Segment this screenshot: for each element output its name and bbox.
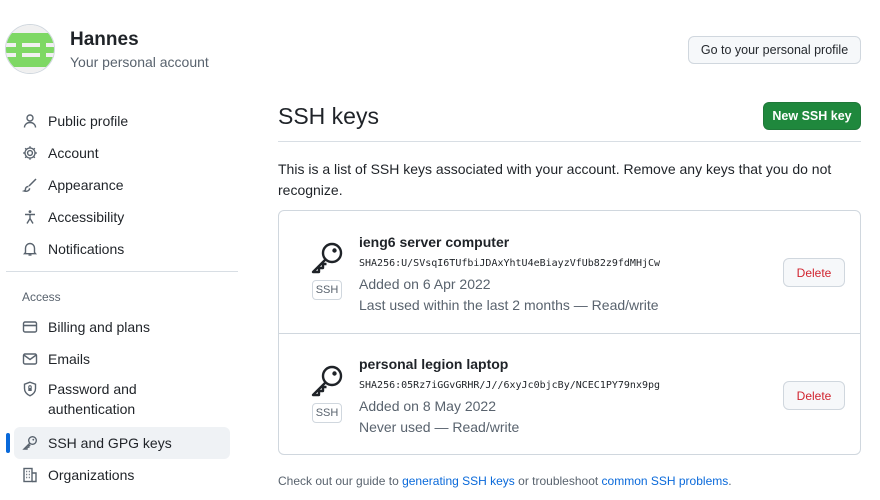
common-ssh-problems-link[interactable]: common SSH problems	[602, 474, 729, 488]
sidebar-item-label: SSH and GPG keys	[48, 435, 172, 451]
page-title: SSH keys	[278, 103, 379, 129]
sidebar-item-emails[interactable]: Emails	[14, 343, 230, 375]
sidebar-item-ssh-gpg-keys[interactable]: SSH and GPG keys	[6, 427, 230, 459]
generating-ssh-keys-link[interactable]: generating SSH keys	[402, 474, 515, 488]
gear-icon	[22, 145, 38, 161]
sidebar-item-label: Password and authentication	[48, 381, 137, 417]
credit-card-icon	[22, 319, 38, 335]
sidebar-item-password[interactable]: Password and authentication	[14, 375, 230, 419]
sidebar-item-label: Account	[48, 145, 99, 161]
shield-lock-icon	[22, 381, 38, 397]
ssh-key-added-date: Added on 8 May 2022	[359, 398, 496, 414]
delete-key-button[interactable]: Delete	[783, 258, 845, 287]
ssh-key-title: ieng6 server computer	[359, 234, 510, 250]
delete-key-button[interactable]: Delete	[783, 381, 845, 410]
sidebar-item-appearance[interactable]: Appearance	[14, 169, 230, 201]
user-name[interactable]: Hannes	[70, 29, 139, 51]
ssh-key-title: personal legion laptop	[359, 356, 509, 372]
key-icon	[311, 242, 343, 274]
sidebar-item-accessibility[interactable]: Accessibility	[14, 201, 230, 233]
sidebar-item-label: Accessibility	[48, 209, 125, 225]
ssh-key-item: SSH ieng6 server computer SHA256:U/SVsqI…	[279, 211, 860, 333]
footer-suffix: .	[728, 474, 732, 488]
ssh-type-badge: SSH	[312, 403, 342, 423]
user-subtitle: Your personal account	[70, 54, 209, 70]
ssh-key-fingerprint: SHA256:05Rz7iGGvGRHR/J//6xyJc0bjcBy/NCEC…	[359, 380, 661, 391]
mail-icon	[22, 351, 38, 367]
sidebar-item-organizations[interactable]: Organizations	[14, 459, 230, 491]
sidebar-item-label: Emails	[48, 351, 91, 367]
sidebar-section-access: Access	[22, 290, 61, 304]
title-divider	[278, 141, 861, 142]
key-icon	[22, 435, 38, 451]
ssh-key-added-date: Added on 6 Apr 2022	[359, 276, 491, 292]
ssh-type-badge: SSH	[312, 280, 342, 300]
organization-icon	[22, 467, 38, 483]
ssh-key-last-used: Last used within the last 2 months — Rea…	[359, 297, 659, 313]
ssh-keys-list: SSH ieng6 server computer SHA256:U/SVsqI…	[278, 210, 861, 455]
ssh-key-item: SSH personal legion laptop SHA256:05Rz7i…	[279, 333, 860, 455]
sidebar-divider	[6, 271, 238, 272]
footer-middle: or troubleshoot	[514, 474, 602, 488]
bell-icon	[22, 241, 38, 257]
sidebar-item-label: Public profile	[48, 113, 129, 129]
page-description: This is a list of SSH keys associated wi…	[278, 161, 832, 198]
help-footer: Check out our guide to generating SSH ke…	[278, 474, 732, 488]
key-icon	[311, 365, 343, 397]
paintbrush-icon	[22, 177, 38, 193]
ssh-key-last-used: Never used — Read/write	[359, 419, 520, 435]
avatar-image	[6, 25, 54, 73]
new-ssh-key-button[interactable]: New SSH key	[763, 102, 861, 130]
sidebar-item-account[interactable]: Account	[14, 137, 230, 169]
sidebar-item-label: Notifications	[48, 241, 125, 257]
accessibility-icon	[22, 209, 38, 225]
sidebar-item-billing[interactable]: Billing and plans	[14, 311, 230, 343]
sidebar-item-label: Appearance	[48, 177, 124, 193]
sidebar-item-public-profile[interactable]: Public profile	[14, 105, 230, 137]
footer-prefix: Check out our guide to	[278, 474, 403, 488]
sidebar-item-label: Organizations	[48, 467, 135, 483]
go-to-profile-button[interactable]: Go to your personal profile	[688, 36, 861, 64]
sidebar-item-notifications[interactable]: Notifications	[14, 233, 230, 265]
sidebar-item-label: Billing and plans	[48, 319, 150, 335]
avatar[interactable]	[5, 24, 55, 74]
person-icon	[22, 113, 38, 129]
ssh-key-fingerprint: SHA256:U/SVsqI6TUfbiJDAxYhtU4eBiayzVfUb8…	[359, 258, 661, 269]
